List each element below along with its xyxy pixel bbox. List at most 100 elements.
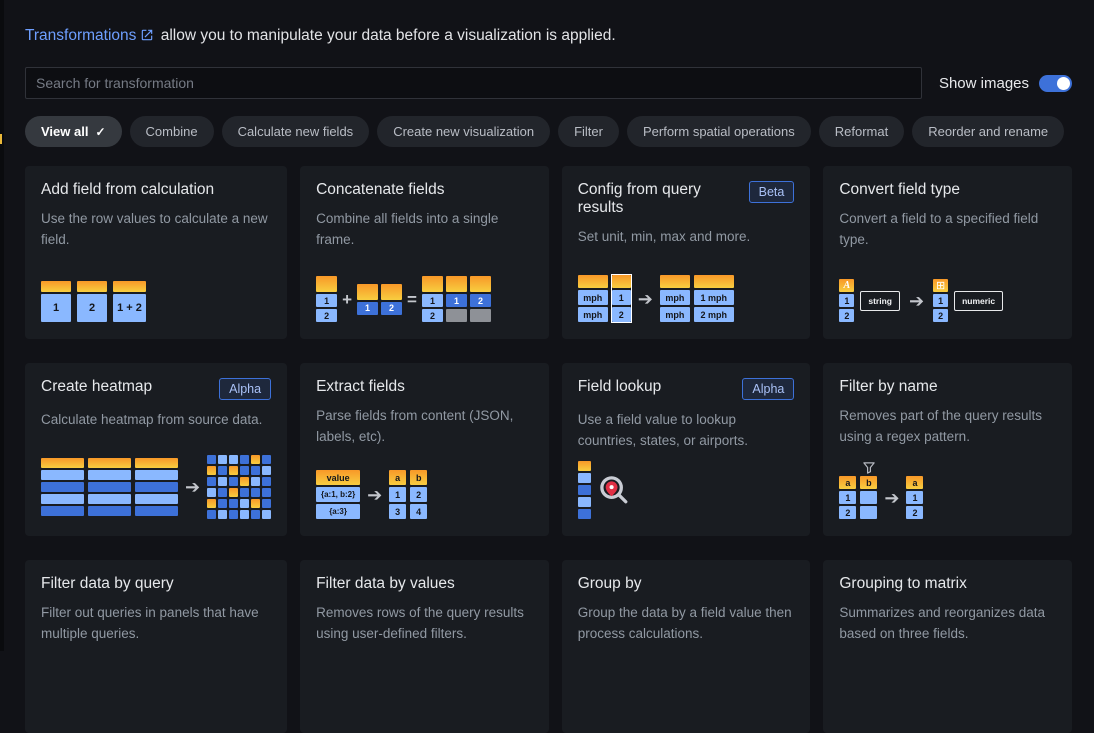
heatmap-cell: [262, 499, 271, 508]
ill-cell: 1: [933, 294, 948, 307]
filter-pill-label: Calculate new fields: [238, 124, 354, 139]
ill-column: [41, 458, 84, 516]
ill-cell: 2: [410, 487, 427, 502]
card-concatenate-fields[interactable]: Concatenate fieldsCombine all fields int…: [300, 166, 549, 339]
filter-pill-label: Perform spatial operations: [643, 124, 795, 139]
ill-cell: 1: [906, 491, 923, 504]
ill-header: A: [839, 279, 854, 292]
card-head: Convert field type: [839, 181, 1056, 199]
heatmap-cell: [262, 455, 271, 464]
card-description: Group the data by a field value then pro…: [578, 602, 795, 644]
card-group-by[interactable]: Group byGroup the data by a field value …: [562, 560, 811, 733]
external-link-icon: [140, 28, 154, 48]
card-filter-by-name[interactable]: Filter by name Removes part of the query …: [823, 363, 1072, 536]
ill-column: a12: [906, 476, 923, 519]
ill-cell: [88, 470, 131, 480]
card-config-from-query-results[interactable]: Config from query resultsBetaSet unit, m…: [562, 166, 811, 339]
ill-cell: [41, 482, 84, 492]
ill-header: a: [839, 476, 856, 489]
search-input[interactable]: [25, 67, 922, 99]
ill-header: [41, 458, 84, 468]
show-images-toggle[interactable]: [1039, 75, 1072, 92]
heatmap-cell: [207, 488, 216, 497]
card-description: Use the row values to calculate a new fi…: [41, 208, 271, 250]
filter-pill-view-all[interactable]: View all✓: [25, 116, 122, 147]
filter-pill-perform-spatial-operations[interactable]: Perform spatial operations: [627, 116, 811, 147]
ill-cell: [860, 491, 877, 504]
ill-cell: 2: [470, 294, 491, 307]
ill-cell: 2: [381, 302, 402, 315]
card-add-field-from-calculation[interactable]: Add field from calculation Use the row va…: [25, 166, 287, 339]
heatmap-cell: [262, 466, 271, 475]
filter-pill-calculate-new-fields[interactable]: Calculate new fields: [222, 116, 370, 147]
card-grouping-to-matrix[interactable]: Grouping to matrixSummarizes and reorgan…: [823, 560, 1072, 733]
card-title: Create heatmap: [41, 378, 152, 396]
ill-header: [77, 281, 107, 292]
ill-cell: [41, 506, 84, 516]
heatmap-cell: [218, 455, 227, 464]
heatmap-cell: [251, 510, 260, 519]
heatmap-cell: [251, 499, 260, 508]
card-title: Grouping to matrix: [839, 575, 967, 593]
card-illustration: 12+12=1212: [316, 276, 533, 324]
card-title: Filter data by query: [41, 575, 174, 593]
card-head: Add field from calculation: [41, 181, 271, 199]
heatmap-cell: [262, 477, 271, 486]
transformations-link[interactable]: Transformations: [25, 27, 156, 44]
ill-cell: mph: [578, 290, 608, 305]
ill-cell: mph: [660, 290, 690, 305]
ill-column: 1 mph2 mph: [694, 275, 734, 322]
card-filter-data-by-query[interactable]: Filter data by queryFilter out queries i…: [25, 560, 287, 733]
card-illustration: mphmph12➔mphmph1 mph2 mph: [578, 275, 795, 324]
operator-plus: +: [340, 291, 354, 308]
card-field-lookup[interactable]: Field lookupAlphaUse a field value to lo…: [562, 363, 811, 536]
ill-cell: 1: [357, 302, 378, 315]
ill-column: b: [860, 476, 877, 519]
filter-pill-label: Reformat: [835, 124, 888, 139]
heatmap-cell: [218, 477, 227, 486]
ill-cell: [88, 506, 131, 516]
ill-column: 1: [357, 284, 378, 315]
transformations-link-label: Transformations: [25, 27, 136, 44]
ill-column: b24: [410, 470, 427, 519]
heatmap-cell: [229, 510, 238, 519]
ill-header: [578, 461, 591, 471]
filter-pill-reformat[interactable]: Reformat: [819, 116, 904, 147]
ill-cell: 3: [389, 504, 406, 519]
filter-pill-reorder-and-rename[interactable]: Reorder and rename: [912, 116, 1064, 147]
ill-cell: 2: [933, 309, 948, 322]
ill-column: 2: [470, 276, 491, 322]
card-extract-fields[interactable]: Extract fieldsParse fields from content …: [300, 363, 549, 536]
heatmap-cell: [240, 488, 249, 497]
ill-cell: [135, 506, 178, 516]
card-head: Filter by name: [839, 378, 1056, 396]
funnel-icon: [862, 461, 875, 474]
ill-header: value: [316, 470, 360, 485]
heatmap-grid: [207, 455, 271, 519]
filter-pill-filter[interactable]: Filter: [558, 116, 619, 147]
card-filter-data-by-values[interactable]: Filter data by valuesRemoves rows of the…: [300, 560, 549, 733]
ill-header: [422, 276, 443, 292]
search-location-icon: [598, 474, 631, 507]
card-convert-field-type[interactable]: Convert field type Convert a field to a s…: [823, 166, 1072, 339]
ill-cell: 1: [389, 487, 406, 502]
ill-column: 12: [316, 276, 337, 322]
ill-column: 1: [446, 276, 467, 322]
ill-cell: 1: [839, 294, 854, 307]
card-illustration: [578, 461, 795, 521]
filter-pill-combine[interactable]: Combine: [130, 116, 214, 147]
ill-cell: [578, 497, 591, 507]
ill-cell: 1: [612, 290, 631, 305]
ill-cell: [860, 506, 877, 519]
ill-cell: 2: [316, 309, 337, 322]
ill-column: 2: [77, 281, 107, 322]
filter-pill-create-new-visualization[interactable]: Create new visualization: [377, 116, 550, 147]
ill-cell: [41, 470, 84, 480]
card-description: Convert a field to a specified field typ…: [839, 208, 1056, 250]
ill-cell: 2: [906, 506, 923, 519]
card-create-heatmap[interactable]: Create heatmapAlphaCalculate heatmap fro…: [25, 363, 287, 536]
ill-cell: [470, 309, 491, 322]
ill-column: 12: [422, 276, 443, 322]
card-description: Removes part of the query results using …: [839, 405, 1056, 447]
card-description: Parse fields from content (JSON, labels,…: [316, 405, 533, 447]
